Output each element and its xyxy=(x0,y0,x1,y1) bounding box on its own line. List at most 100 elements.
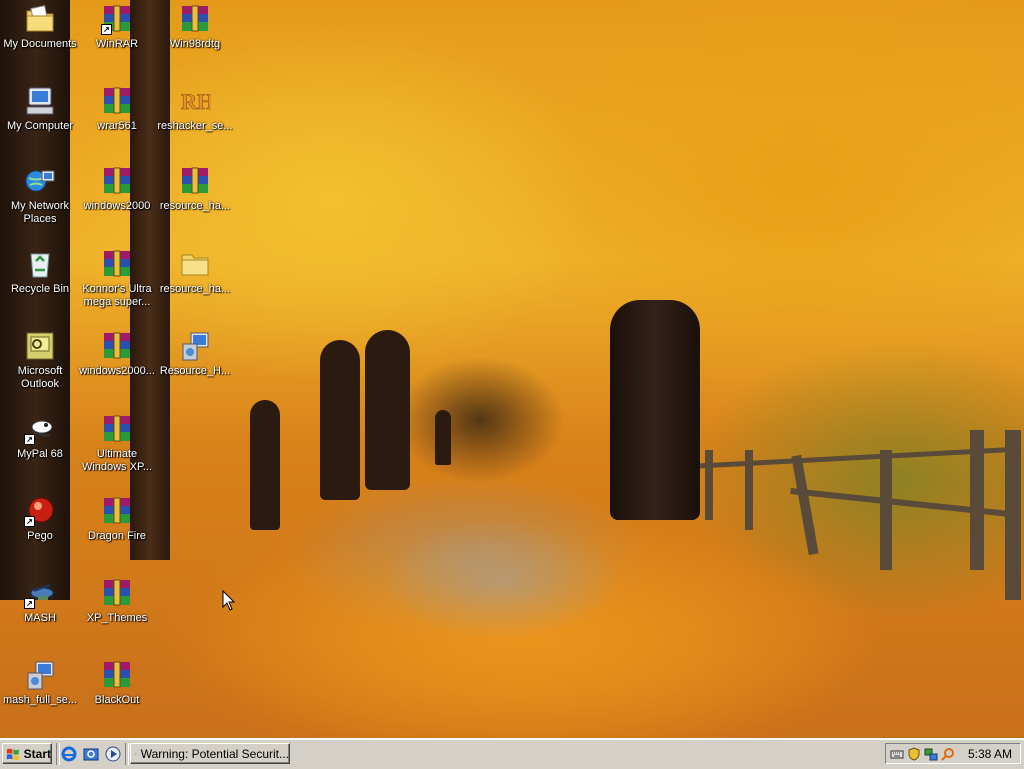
desktop-icon-label: mash_full_se... xyxy=(3,694,77,706)
desktop-icon-label: WinRAR xyxy=(95,38,139,50)
desktop-icon-wrar561[interactable]: wrar561 xyxy=(78,85,156,165)
desktop-icon-mypal[interactable]: ↗ MyPal 68 xyxy=(1,413,79,493)
desktop-icon-label: XP_Themes xyxy=(86,612,148,624)
desktop-icon-blackout[interactable]: BlackOut xyxy=(78,659,156,738)
winrar-archive-icon xyxy=(101,330,133,362)
desktop-icon-xp-themes[interactable]: XP_Themes xyxy=(78,577,156,657)
desktop-icon-label: reshacker_se... xyxy=(157,120,233,132)
desktop-icon-windows2000-2[interactable]: windows2000... xyxy=(78,330,156,410)
desktop-icon-label: wrar561 xyxy=(97,120,137,132)
desktop-icon-label: My Computer xyxy=(6,120,74,132)
desktop-icon-dragon-fire[interactable]: Dragon Fire xyxy=(78,495,156,575)
outlook-icon xyxy=(24,330,56,362)
desktop-icon-label: Recycle Bin xyxy=(10,283,70,295)
folder-icon xyxy=(179,248,211,280)
installer-icon xyxy=(179,330,211,362)
start-label: Start xyxy=(23,746,51,761)
keyboard-icon[interactable] xyxy=(890,747,904,761)
taskbar-separator xyxy=(56,743,60,765)
window-app-icon xyxy=(135,752,137,755)
desktop-icon-label: BlackOut xyxy=(94,694,140,706)
desktop-icon-label: Ultimate Windows XP... xyxy=(81,448,153,473)
desktop-icon-win98rdtg[interactable]: Win98rdtg xyxy=(156,3,234,83)
desktop-icon-label: resource_ha... xyxy=(159,200,231,212)
shortcut-arrow-icon: ↗ xyxy=(101,24,112,35)
windows-logo-icon xyxy=(6,748,19,760)
winrar-archive-icon xyxy=(101,413,133,445)
desktop-icon-my-documents[interactable]: My Documents xyxy=(1,3,79,83)
fence-post xyxy=(970,430,984,570)
path xyxy=(380,520,620,640)
start-button[interactable]: Start xyxy=(2,743,52,764)
shortcut-arrow-icon: ↗ xyxy=(24,516,35,527)
desktop-icon-winrar[interactable]: ↗ WinRAR xyxy=(78,3,156,83)
desktop-icon-microsoft-outlook[interactable]: Microsoft Outlook xyxy=(1,330,79,410)
desktop-icon-label: My Network Places xyxy=(10,200,70,225)
desktop-icon-label: My Documents xyxy=(3,38,77,50)
desktop-icon-label: Resource_H... xyxy=(159,365,231,377)
winrar-icon: ↗ xyxy=(101,3,133,35)
taskbar: Start Warning: Potential Securit... 5:38… xyxy=(0,738,1024,769)
desktop-icon-label: Microsoft Outlook xyxy=(17,365,63,390)
fence-post xyxy=(705,450,713,520)
mypal-icon: ↗ xyxy=(24,413,56,445)
pego-icon: ↗ xyxy=(24,495,56,527)
desktop-icon-ultimate-windows-xp[interactable]: Ultimate Windows XP... xyxy=(78,413,156,493)
tree-trunk xyxy=(435,410,451,465)
svg-text:RH: RH xyxy=(181,89,211,114)
desktop-icon-label: MASH xyxy=(24,612,56,624)
winrar-archive-icon xyxy=(101,248,133,280)
security-shield-icon[interactable] xyxy=(907,746,921,761)
taskbar-window-label: Warning: Potential Securit... xyxy=(140,746,289,761)
media-player-icon[interactable] xyxy=(105,746,121,762)
folder-documents-icon xyxy=(24,3,56,35)
taskbar-window-warning[interactable]: Warning: Potential Securit... xyxy=(130,743,290,764)
desktop-icon-resource-hacker-archive[interactable]: resource_ha... xyxy=(156,165,234,245)
internet-explorer-icon[interactable] xyxy=(61,746,77,762)
winrar-archive-icon xyxy=(101,495,133,527)
mash-icon: ↗ xyxy=(24,577,56,609)
desktop-icon-resource-hacker-folder[interactable]: resource_ha... xyxy=(156,248,234,328)
desktop-icon-mash-full-setup[interactable]: mash_full_se... xyxy=(1,659,79,738)
recycle-bin-icon xyxy=(24,248,56,280)
desktop-icon-mash[interactable]: ↗ MASH xyxy=(1,577,79,657)
fence-post xyxy=(880,450,892,570)
winrar-archive-icon xyxy=(101,659,133,691)
outlook-express-icon[interactable] xyxy=(83,746,99,762)
desktop-icon-my-network-places[interactable]: My Network Places xyxy=(1,165,79,245)
system-tray: 5:38 AM xyxy=(885,743,1021,764)
shortcut-arrow-icon: ↗ xyxy=(24,598,35,609)
tree-trunk xyxy=(610,300,700,520)
desktop-icon-label: resource_ha... xyxy=(159,283,231,295)
desktop-icon-recycle-bin[interactable]: Recycle Bin xyxy=(1,248,79,328)
taskbar-separator xyxy=(125,743,129,765)
tree-trunk xyxy=(250,400,280,530)
installer-icon xyxy=(24,659,56,691)
computer-icon xyxy=(24,85,56,117)
desktop-wallpaper: My Documents My Computer My Network Plac… xyxy=(0,0,1024,738)
desktop-icon-label: Win98rdtg xyxy=(169,38,221,50)
desktop-icon-windows2000[interactable]: windows2000 xyxy=(78,165,156,245)
desktop-icon-konnors-ultra[interactable]: Konnor's Ultra mega super... xyxy=(78,248,156,328)
network-tray-icon[interactable] xyxy=(924,747,938,761)
desktop-icon-label: windows2000... xyxy=(79,365,155,377)
winrar-archive-icon xyxy=(101,577,133,609)
desktop-icon-my-computer[interactable]: My Computer xyxy=(1,85,79,165)
winrar-archive-icon xyxy=(179,3,211,35)
fence-post xyxy=(1005,430,1021,600)
search-tray-icon[interactable] xyxy=(941,747,955,761)
fence-rail xyxy=(790,487,1020,519)
shortcut-arrow-icon: ↗ xyxy=(24,434,35,445)
desktop-icon-label: MyPal 68 xyxy=(17,448,63,460)
desktop-icon-pego[interactable]: ↗ Pego xyxy=(1,495,79,575)
tree-trunk xyxy=(365,330,410,490)
winrar-archive-icon xyxy=(101,165,133,197)
desktop-icon-label: Dragon Fire xyxy=(87,530,147,542)
network-icon xyxy=(24,165,56,197)
tree-trunk xyxy=(320,340,360,500)
desktop-icon-reshacker-setup[interactable]: RH reshacker_se... xyxy=(156,85,234,165)
desktop-icon-label: Konnor's Ultra mega super... xyxy=(82,283,152,308)
desktop-icon-resource-hacker-installer[interactable]: Resource_H... xyxy=(156,330,234,410)
clock[interactable]: 5:38 AM xyxy=(968,747,1012,761)
winrar-archive-icon xyxy=(101,85,133,117)
